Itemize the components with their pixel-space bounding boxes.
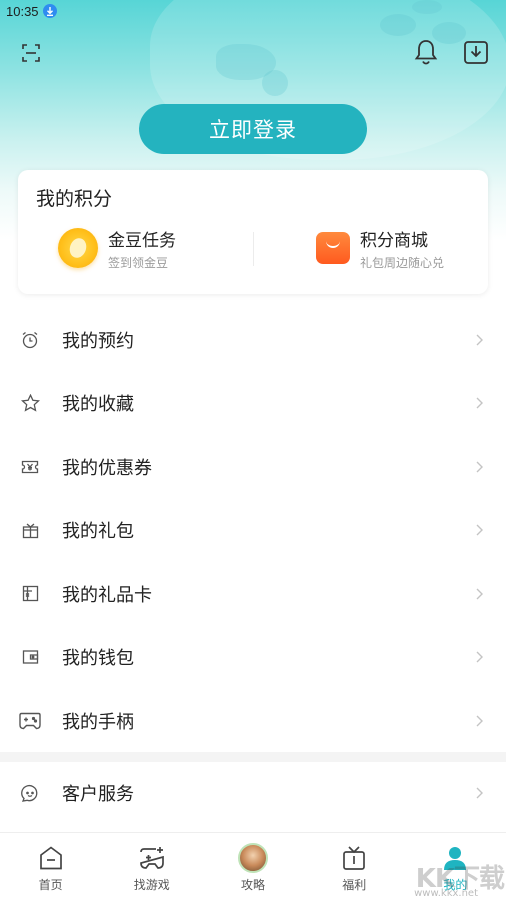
gift-icon (20, 520, 40, 540)
menu-label: 我的手柄 (62, 711, 134, 733)
menu-label: 我的礼包 (62, 521, 134, 543)
tab-guide[interactable]: 攻略 (202, 833, 303, 899)
nav-label: 首页 (38, 878, 63, 892)
coupon-icon (20, 457, 40, 477)
chevron-right-icon (476, 786, 484, 800)
section-divider (0, 752, 506, 762)
menu-label: 我的礼品卡 (62, 584, 152, 606)
menu-item-wallet[interactable]: 我的钱包 (0, 626, 506, 690)
customer-service-icon (20, 783, 40, 803)
menu-label: 我的钱包 (62, 648, 134, 670)
points-item-title: 金豆任务 (108, 230, 176, 251)
points-item-subtitle: 签到领金豆 (108, 255, 169, 270)
menu-label: 客户服务 (62, 784, 134, 805)
menu-item-reservations[interactable]: 我的预约 (0, 308, 506, 372)
watermark-url: www.kkx.net (414, 888, 478, 899)
points-mall[interactable]: 积分商城 礼包周边随心兑 (316, 226, 444, 270)
nav-label: 福利 (342, 878, 367, 892)
menu-list: 我的预约 我的收藏 我的优惠券 我的礼包 我的礼品卡 我的钱包 我的手柄 (0, 308, 506, 753)
alarm-clock-icon (20, 330, 40, 350)
chevron-right-icon (476, 396, 484, 410)
menu-label: 我的优惠券 (62, 457, 152, 479)
chevron-right-icon (476, 587, 484, 601)
points-item-title: 积分商城 (360, 230, 428, 251)
star-icon (20, 393, 40, 413)
download-icon[interactable] (461, 38, 491, 66)
chevron-right-icon (476, 523, 484, 537)
tab-welfare[interactable]: 福利 (304, 833, 405, 899)
guide-avatar-icon (238, 843, 268, 873)
menu-item-favorites[interactable]: 我的收藏 (0, 372, 506, 436)
status-time: 10:35 (6, 3, 39, 19)
wallet-icon (20, 647, 40, 667)
menu-item-coupons[interactable]: 我的优惠券 (0, 435, 506, 499)
chevron-right-icon (476, 650, 484, 664)
menu-item-gamepad[interactable]: 我的手柄 (0, 689, 506, 753)
gift-card-icon (20, 584, 40, 604)
menu-label: 我的预约 (62, 330, 134, 352)
download-status-icon (42, 4, 57, 18)
points-title: 我的积分 (36, 188, 113, 210)
login-button[interactable]: 立即登录 (139, 104, 367, 154)
gamepad-icon (17, 711, 43, 731)
gold-coin-icon (58, 228, 98, 268)
chevron-right-icon (476, 460, 484, 474)
scan-icon[interactable] (18, 40, 44, 66)
status-bar: 10:35 (0, 0, 506, 22)
shopping-bag-icon (316, 232, 350, 264)
menu-item-gift-packs[interactable]: 我的礼包 (0, 499, 506, 563)
find-game-icon (137, 843, 167, 873)
chevron-right-icon (476, 714, 484, 728)
divider (253, 232, 254, 266)
points-item-subtitle: 礼包周边随心兑 (360, 255, 445, 270)
tab-find-game[interactable]: 找游戏 (101, 833, 202, 899)
points-card: 我的积分 金豆任务 签到领金豆 积分商城 礼包周边随心兑 (18, 170, 488, 294)
nav-label: 攻略 (241, 878, 266, 892)
gold-bean-task[interactable]: 金豆任务 签到领金豆 (58, 226, 176, 270)
header-decoration (262, 70, 288, 96)
welfare-tv-icon (339, 843, 369, 873)
home-icon (36, 843, 66, 873)
bottom-nav: 首页 找游戏 攻略 福利 我的 KK下载 www.kkx.net (0, 832, 506, 899)
nav-label: 找游戏 (133, 878, 170, 892)
menu-label: 我的收藏 (62, 394, 134, 416)
menu-item-gift-cards[interactable]: 我的礼品卡 (0, 562, 506, 626)
tab-home[interactable]: 首页 (0, 833, 101, 899)
chevron-right-icon (476, 333, 484, 347)
menu-item-customer-service[interactable]: 客户服务 (0, 762, 506, 824)
bell-icon[interactable] (412, 38, 440, 66)
